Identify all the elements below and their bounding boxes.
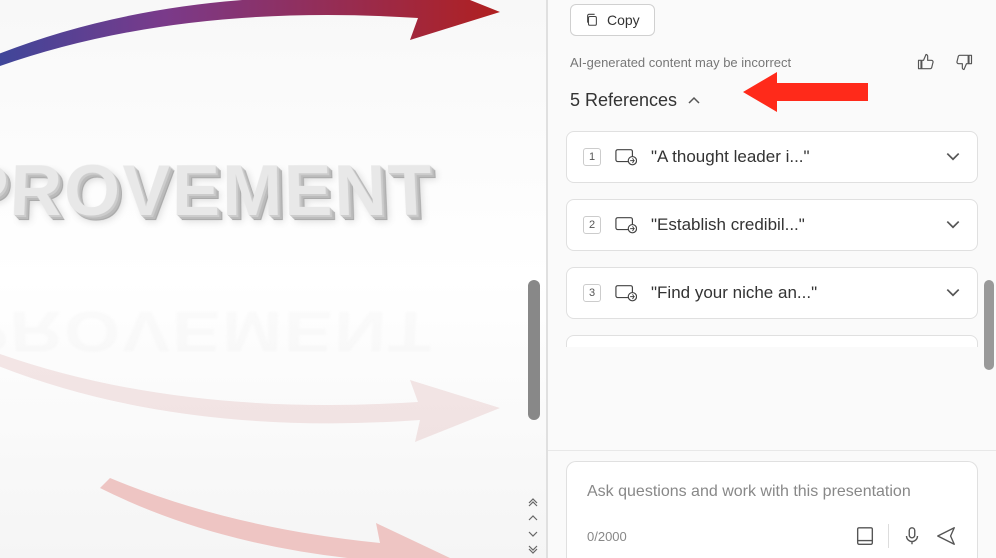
copilot-panel: Copy AI-generated content may be incorre…	[548, 0, 996, 558]
references-label: 5 References	[570, 90, 677, 111]
reference-item-1[interactable]: 1 "A thought leader i..."	[566, 131, 978, 183]
slide-link-icon	[615, 148, 637, 166]
slide-title-3d: PROVEMENT	[0, 151, 436, 233]
separator	[888, 524, 889, 548]
nav-next-icon[interactable]	[524, 526, 542, 542]
thumbs-down-icon[interactable]	[954, 52, 974, 72]
ai-disclaimer: AI-generated content may be incorrect	[570, 55, 791, 70]
copy-icon	[585, 13, 599, 27]
slide-content: PROVEMENT PROVEMENT	[0, 0, 546, 558]
copilot-input[interactable]: Ask questions and work with this present…	[566, 461, 978, 558]
reference-text: "Find your niche an..."	[651, 283, 931, 303]
copilot-scroll-area: Copy AI-generated content may be incorre…	[548, 0, 996, 450]
input-actions	[854, 524, 957, 548]
reference-text: "A thought leader i..."	[651, 147, 931, 167]
copy-label: Copy	[607, 12, 640, 28]
chevron-down-icon	[945, 149, 961, 165]
nav-prev-icon[interactable]	[524, 510, 542, 526]
thumbs-up-icon[interactable]	[916, 52, 936, 72]
microphone-icon[interactable]	[901, 525, 923, 547]
copilot-input-area: Ask questions and work with this present…	[548, 450, 996, 558]
char-count: 0/2000	[587, 529, 627, 544]
feedback-icons	[916, 52, 974, 72]
reference-item-partial[interactable]	[566, 335, 978, 347]
arrow-reflection	[0, 330, 540, 450]
copilot-scrollbar[interactable]	[984, 280, 994, 370]
input-placeholder: Ask questions and work with this present…	[587, 480, 957, 504]
chevron-down-icon	[945, 285, 961, 301]
reference-text: "Establish credibil..."	[651, 215, 931, 235]
copy-button[interactable]: Copy	[570, 4, 655, 36]
chevron-up-icon	[687, 94, 701, 108]
slide-nav-buttons	[524, 494, 542, 558]
disclaimer-row: AI-generated content may be incorrect	[570, 52, 974, 72]
nav-prev-double-icon[interactable]	[524, 494, 542, 510]
reference-item-3[interactable]: 3 "Find your niche an..."	[566, 267, 978, 319]
input-bottom-row: 0/2000	[587, 524, 957, 548]
nav-next-double-icon[interactable]	[524, 542, 542, 558]
reference-number: 2	[583, 216, 601, 234]
slide-scrollbar[interactable]	[528, 280, 540, 420]
book-icon[interactable]	[854, 525, 876, 547]
slide-link-icon	[615, 216, 637, 234]
slide-link-icon	[615, 284, 637, 302]
reference-number: 3	[583, 284, 601, 302]
arrow-down-graphic	[80, 468, 480, 558]
send-icon[interactable]	[935, 525, 957, 547]
chevron-down-icon	[945, 217, 961, 233]
improvement-arrow-graphic	[0, 0, 540, 90]
reference-item-2[interactable]: 2 "Establish credibil..."	[566, 199, 978, 251]
reference-number: 1	[583, 148, 601, 166]
slide-preview-pane: PROVEMENT PROVEMENT	[0, 0, 546, 558]
references-toggle[interactable]: 5 References	[570, 90, 974, 111]
